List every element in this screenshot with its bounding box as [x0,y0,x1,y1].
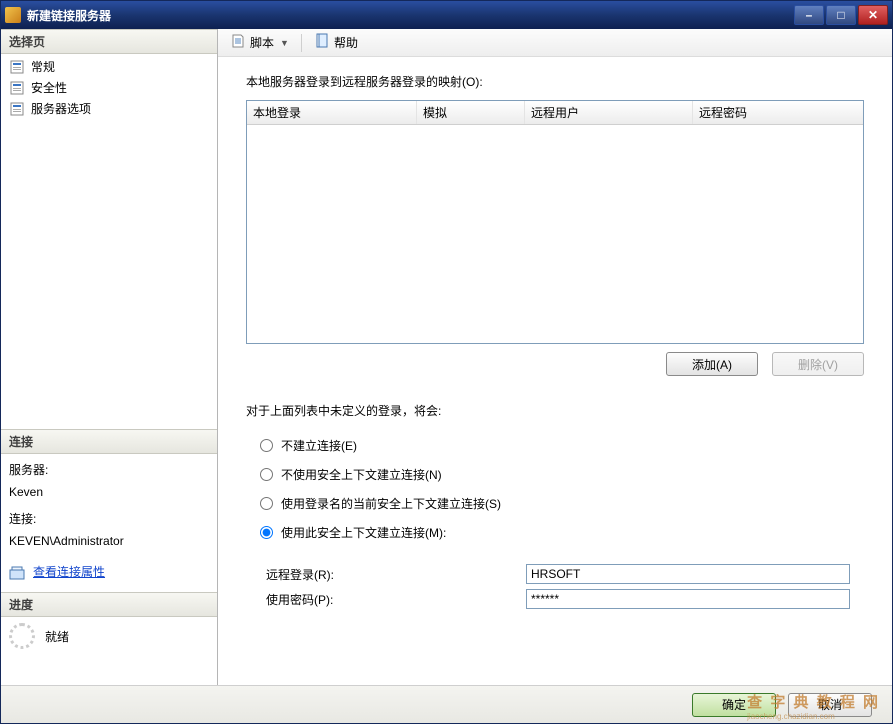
delete-button: 删除(V) [772,352,864,376]
content: 脚本 ▼ 帮助 本地服务器登录到远程服务器登录的映射(O): 本地登录 模拟 [218,29,892,685]
minimize-button[interactable]: – [794,5,824,25]
radio-without-security[interactable]: 不使用安全上下文建立连接(N) [260,460,864,489]
page-icon [9,101,25,117]
cancel-button[interactable]: 取消 [788,693,872,717]
page-icon [9,59,25,75]
connection-value: KEVEN\Administrator [9,531,209,553]
connection-header: 连接 [1,429,217,454]
window: 新建链接服务器 – □ ✕ 选择页 常规 安全性 [0,0,893,724]
grid-header: 本地登录 模拟 远程用户 远程密码 [247,101,863,125]
connection-label: 连接: [9,509,209,531]
radio-not-be-made[interactable]: 不建立连接(E) [260,431,864,460]
radio-label: 不建立连接(E) [281,437,357,454]
properties-icon [9,565,25,581]
radio-label: 不使用安全上下文建立连接(N) [281,466,442,483]
close-button[interactable]: ✕ [858,5,888,25]
server-label: 服务器: [9,460,209,482]
progress-status: 就绪 [45,628,69,645]
sidebar-page-server-options[interactable]: 服务器选项 [1,98,217,119]
server-value: Keven [9,482,209,504]
radio-label: 使用此安全上下文建立连接(M): [281,524,446,541]
dialog-body: 选择页 常规 安全性 服务 [1,29,892,685]
col-impersonate[interactable]: 模拟 [417,101,525,124]
radio-current-security-input[interactable] [260,497,273,510]
radio-this-security-input[interactable] [260,526,273,539]
progress-area: 就绪 [1,617,217,655]
add-button[interactable]: 添加(A) [666,352,758,376]
undefined-logins-label: 对于上面列表中未定义的登录，将会: [246,402,864,419]
login-behavior-radio-group: 不建立连接(E) 不使用安全上下文建立连接(N) 使用登录名的当前安全上下文建立… [260,431,864,547]
help-button[interactable]: 帮助 [310,31,362,54]
sidebar-page-security[interactable]: 安全性 [1,77,217,98]
ok-button[interactable]: 确定 [692,693,776,717]
content-body: 本地服务器登录到远程服务器登录的映射(O): 本地登录 模拟 远程用户 远程密码… [218,57,892,685]
script-icon [230,33,246,52]
maximize-button[interactable]: □ [826,5,856,25]
col-remote-user[interactable]: 远程用户 [525,101,693,124]
sidebar: 选择页 常规 安全性 服务 [1,29,218,685]
mapping-grid[interactable]: 本地登录 模拟 远程用户 远程密码 [246,100,864,344]
col-local-login[interactable]: 本地登录 [247,101,417,124]
footer: 确定 取消 查 字 典 教 程 网 jiaocheng.chazidian.co… [1,685,892,723]
grid-body[interactable] [247,125,863,343]
toolbar-separator [301,34,302,52]
radio-current-security[interactable]: 使用登录名的当前安全上下文建立连接(S) [260,489,864,518]
security-context-fields: 远程登录(R): 使用密码(P): [266,559,864,614]
with-password-input[interactable] [526,589,850,609]
script-label: 脚本 [250,34,274,51]
select-page-header: 选择页 [1,29,217,54]
script-button[interactable]: 脚本 ▼ [226,31,293,54]
window-buttons: – □ ✕ [794,5,888,25]
window-title: 新建链接服务器 [27,7,794,24]
connection-info: 服务器: Keven 连接: KEVEN\Administrator 查看连接属… [1,454,217,592]
radio-not-be-made-input[interactable] [260,439,273,452]
page-label: 服务器选项 [31,100,91,117]
remote-login-input[interactable] [526,564,850,584]
sidebar-page-general[interactable]: 常规 [1,56,217,77]
radio-this-security[interactable]: 使用此安全上下文建立连接(M): [260,518,864,547]
toolbar: 脚本 ▼ 帮助 [218,29,892,57]
page-label: 安全性 [31,79,67,96]
spinner-icon [9,623,35,649]
progress-header: 进度 [1,592,217,617]
page-icon [9,80,25,96]
with-password-label: 使用密码(P): [266,591,526,608]
view-connection-properties-link[interactable]: 查看连接属性 [33,562,105,584]
remote-login-label: 远程登录(R): [266,566,526,583]
help-label: 帮助 [334,34,358,51]
mapping-label: 本地服务器登录到远程服务器登录的映射(O): [246,73,864,90]
col-remote-password[interactable]: 远程密码 [693,101,863,124]
grid-button-row: 添加(A) 删除(V) [246,352,864,376]
app-icon [5,7,21,23]
page-label: 常规 [31,58,55,75]
radio-label: 使用登录名的当前安全上下文建立连接(S) [281,495,501,512]
help-icon [314,33,330,52]
dropdown-arrow-icon: ▼ [280,38,289,48]
page-list: 常规 安全性 服务器选项 [1,54,217,121]
radio-without-security-input[interactable] [260,468,273,481]
titlebar: 新建链接服务器 – □ ✕ [1,1,892,29]
